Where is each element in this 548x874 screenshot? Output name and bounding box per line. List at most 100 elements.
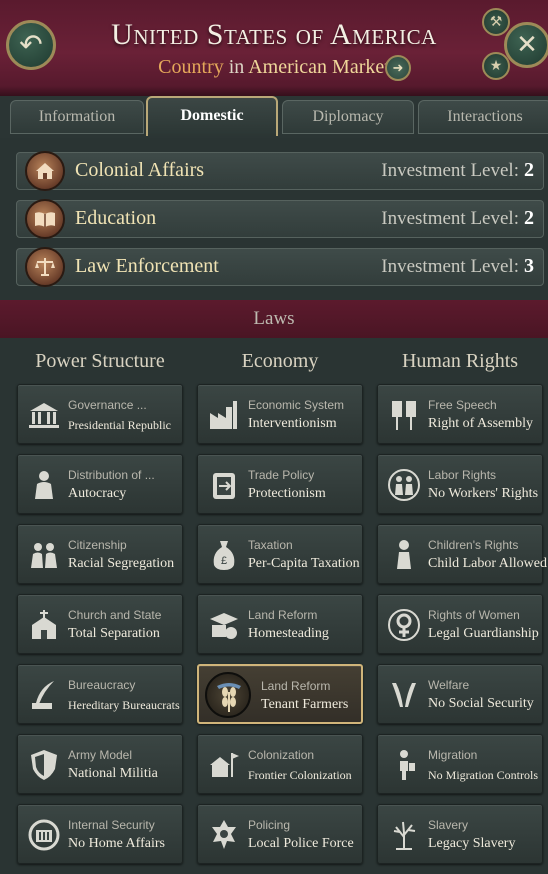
law-item[interactable]: Slavery Legacy Slavery [377, 804, 543, 864]
law-value: Tenant Farmers [261, 697, 349, 712]
investment-name: Law Enforcement [75, 255, 219, 277]
investment-colonial-affairs[interactable]: Colonial Affairs Investment Level: 2 [16, 151, 544, 191]
country-header: ↶ United States of America Country in Am… [0, 0, 548, 99]
law-value: Total Separation [68, 626, 160, 641]
law-item[interactable]: Governance ... Presidential Republic [17, 384, 183, 444]
law-category: Policing [248, 818, 291, 832]
bureaucrat-icon [26, 677, 62, 713]
law-category: Economic System [248, 398, 345, 412]
law-item[interactable]: Trade Policy Protectionism [197, 454, 363, 514]
investment-level-label: Investment Level: [381, 160, 519, 181]
law-value: Frontier Colonization [248, 768, 352, 782]
law-item[interactable]: Internal Security No Home Affairs [17, 804, 183, 864]
law-item[interactable]: Children's Rights Child Labor Allowed [377, 524, 547, 584]
investment-education[interactable]: Education Investment Level: 2 [16, 199, 544, 239]
law-value: No Workers' Rights [428, 486, 539, 501]
investment-level-value: 2 [524, 159, 534, 181]
star-button[interactable]: ★ [482, 52, 510, 80]
law-item[interactable]: Taxation Per-Capita Taxation [197, 524, 363, 584]
law-item[interactable]: Policing Local Police Force [197, 804, 363, 864]
star-icon: ★ [489, 58, 503, 74]
column-title-power-structure: Power Structure [35, 350, 165, 372]
law-value: Hereditary Bureaucrats [68, 698, 180, 712]
country-subtitle: Country in American Market [0, 56, 548, 79]
market-link[interactable]: American Market [248, 56, 390, 78]
tab-interactions[interactable]: Interactions [418, 100, 548, 134]
church-icon [26, 607, 62, 643]
law-category: Church and State [68, 608, 162, 622]
law-item[interactable]: Migration No Migration Controls [377, 734, 543, 794]
law-item[interactable]: Rights of Women Legal Guardianship [377, 594, 543, 654]
law-category: Children's Rights [428, 538, 519, 552]
law-item[interactable]: Colonization Frontier Colonization [197, 734, 363, 794]
law-category: Army Model [68, 748, 133, 762]
factory-icon [206, 397, 242, 433]
law-category: Trade Policy [248, 468, 315, 482]
laws-banner: Laws [0, 300, 548, 338]
country-type-link[interactable]: Country [158, 56, 224, 78]
law-item[interactable]: Free Speech Right of Assembly [377, 384, 543, 444]
law-value: Interventionism [248, 416, 337, 431]
law-category: Distribution of ... [68, 468, 155, 482]
law-item[interactable]: Bureaucracy Hereditary Bureaucrats [17, 664, 183, 724]
law-category: Labor Rights [428, 468, 497, 482]
security-seal-icon [26, 817, 62, 853]
child-icon [386, 537, 422, 573]
law-category: Colonization [248, 748, 315, 762]
law-category: Rights of Women [428, 608, 520, 622]
hammer-button[interactable]: ⚒ [482, 8, 510, 36]
tree-icon [386, 817, 422, 853]
arrow-right-icon: ➜ [392, 60, 404, 75]
law-category: Land Reform [248, 608, 318, 622]
subtitle-connector: in [228, 56, 245, 78]
investment-name: Education [75, 207, 157, 229]
law-value: Presidential Republic [68, 418, 171, 432]
investment-level-label: Investment Level: [381, 208, 519, 229]
investment-level-value: 3 [524, 255, 534, 277]
tab-diplomacy[interactable]: Diplomacy [282, 100, 414, 134]
country-title: United States of America [111, 18, 437, 51]
law-category: Migration [428, 748, 478, 762]
scales-icon [25, 247, 65, 287]
law-category: Internal Security [68, 818, 155, 832]
female-symbol-icon [386, 607, 422, 643]
tab-information[interactable]: Information [10, 100, 144, 134]
police-badge-icon [206, 817, 242, 853]
law-item[interactable]: Church and State Total Separation [17, 594, 183, 654]
law-category: Slavery [428, 818, 469, 832]
law-value: Racial Segregation [68, 556, 175, 571]
law-value: Protectionism [248, 486, 326, 501]
laws-grid: Power Structure Economy Human Rights Gov… [0, 338, 548, 874]
law-item[interactable]: Land Reform Tenant Farmers [197, 664, 363, 724]
land-deed-icon [206, 607, 242, 643]
tab-bar: Information Domestic Diplomacy Interacti… [0, 96, 548, 138]
law-item[interactable]: Citizenship Racial Segregation [17, 524, 183, 584]
law-category: Land Reform [261, 679, 331, 693]
law-item[interactable]: Distribution of ... Autocracy [17, 454, 183, 514]
law-item[interactable]: Army Model National Militia [17, 734, 183, 794]
close-button[interactable]: ✕ [504, 22, 548, 68]
colonial-house-icon [25, 151, 65, 191]
law-value: Per-Capita Taxation [248, 556, 360, 571]
law-value: No Migration Controls [428, 768, 538, 782]
migrant-icon [386, 747, 422, 783]
trade-icon [206, 467, 242, 503]
law-category: Citizenship [68, 538, 127, 552]
law-item[interactable]: Economic System Interventionism [197, 384, 363, 444]
shield-icon [26, 747, 62, 783]
law-item[interactable]: Labor Rights No Workers' Rights [377, 454, 543, 514]
law-value: No Social Security [428, 696, 534, 711]
law-value: Child Labor Allowed [428, 556, 547, 571]
tab-domestic[interactable]: Domestic [146, 96, 278, 136]
column-title-economy: Economy [241, 350, 319, 372]
law-value: Homesteading [248, 626, 329, 641]
law-category: Governance ... [68, 398, 147, 412]
capitol-icon [26, 397, 62, 433]
law-item[interactable]: Welfare No Social Security [377, 664, 543, 724]
go-to-market-button[interactable]: ➜ [385, 55, 411, 81]
wheat-hand-icon [211, 678, 247, 714]
investment-law-enforcement[interactable]: Law Enforcement Investment Level: 3 [16, 247, 544, 287]
law-item[interactable]: Land Reform Homesteading [197, 594, 363, 654]
welfare-hands-icon [386, 677, 422, 713]
law-value: National Militia [68, 766, 158, 781]
